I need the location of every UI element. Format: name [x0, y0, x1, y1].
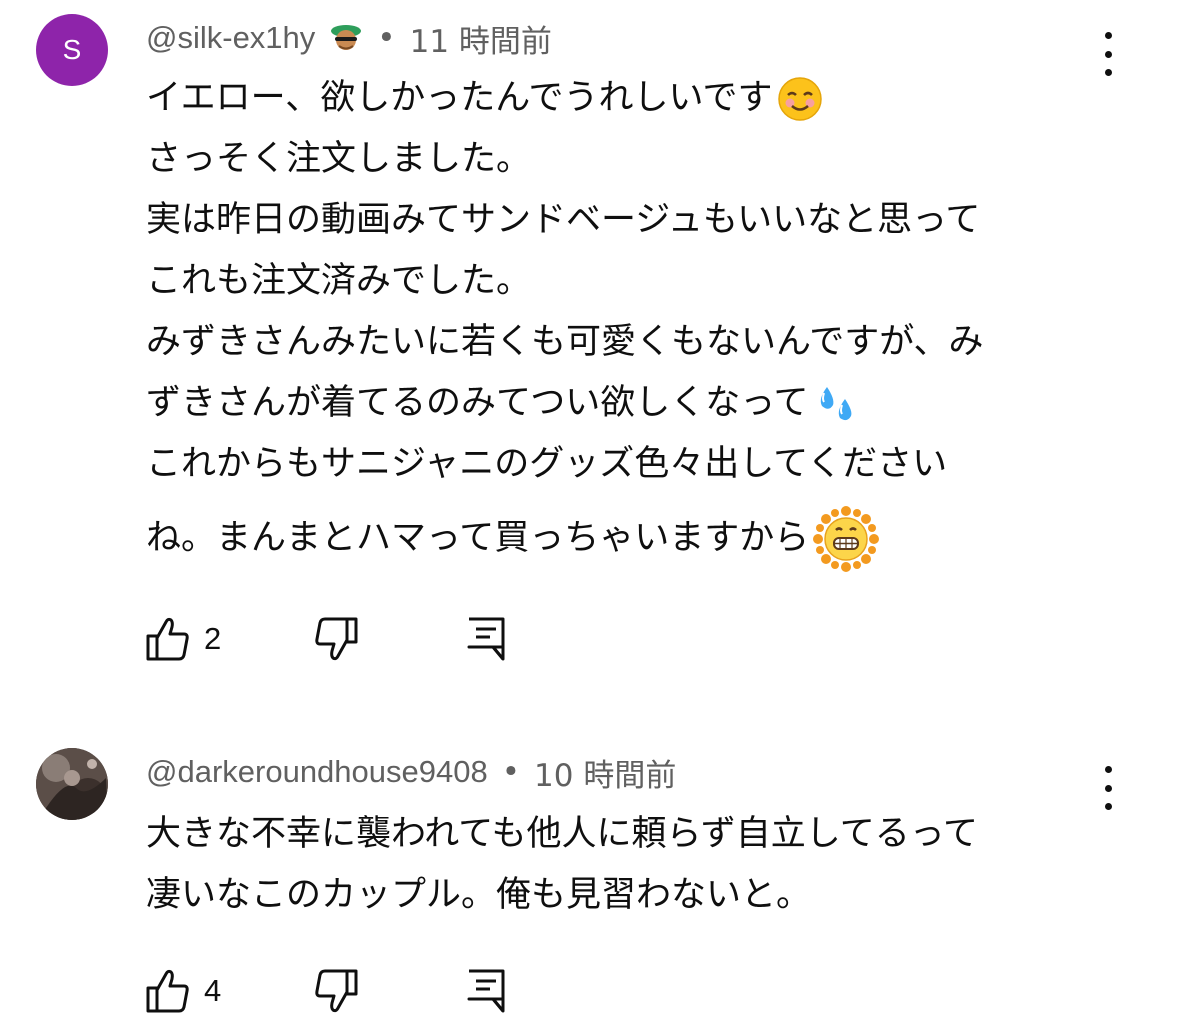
dislike-button[interactable] — [314, 968, 358, 1014]
thumbs-up-icon — [146, 617, 189, 661]
reply-button[interactable] — [466, 616, 506, 662]
smiling-face-emoji-icon — [777, 77, 822, 121]
comment-line: さっそく注文しました。 — [146, 139, 532, 179]
comment-line: 実は昨日の動画みてサンドベージュもいいなと思って — [146, 200, 981, 240]
avatar-letter: S — [62, 34, 82, 65]
meta-separator: • — [377, 20, 396, 56]
like-count: 4 — [204, 973, 222, 1008]
like-button[interactable]: 2 — [146, 616, 221, 662]
meta-separator: • — [501, 754, 521, 790]
thumbs-up-icon — [146, 969, 189, 1013]
like-button[interactable]: 4 — [146, 968, 221, 1014]
avatar-photo-icon — [36, 748, 108, 820]
avatar[interactable]: S — [36, 14, 108, 86]
reply-icon — [467, 617, 505, 661]
comment-line: ずきさんが着てるのみてつい欲しくなって — [146, 373, 1126, 434]
comment-2: @darkeroundhouse9408 • 10 時間前 大きな不幸に襲われて… — [0, 730, 1179, 1036]
comment-line: 凄いなこのカップル。俺も見習わないと。 — [146, 875, 812, 915]
sun-grinning-emoji-icon — [813, 506, 880, 572]
comment-line: これからもサニジャニのグッズ色々出してください — [146, 444, 948, 484]
dislike-button[interactable] — [314, 616, 358, 662]
reply-button[interactable] — [466, 968, 506, 1014]
sweat-droplets-emoji-icon — [820, 387, 851, 421]
comment-1: S @silk-ex1hy • 11 時間前 イエロー、欲しかったんでうれしいで… — [0, 0, 1179, 700]
avatar[interactable] — [36, 748, 108, 820]
thumbs-down-icon — [315, 617, 358, 661]
author-handle[interactable]: @darkeroundhouse9408 — [146, 754, 488, 790]
comment-text: イエロー、欲しかったんでうれしいです さっそく注文しました。 実は昨日の動画みて… — [146, 68, 1126, 572]
comment-line: イエロー、欲しかったんでうれしいです — [146, 68, 1126, 129]
reply-icon — [467, 969, 505, 1013]
comment-line: これも注文済みでした。 — [146, 261, 532, 301]
like-count: 2 — [204, 621, 222, 656]
author-handle[interactable]: @silk-ex1hy — [146, 20, 315, 56]
member-badge-icon — [329, 21, 363, 55]
comment-meta: @darkeroundhouse9408 • 10 時間前 — [146, 750, 676, 794]
comment-meta: @silk-ex1hy • 11 時間前 — [146, 16, 552, 60]
thumbs-down-icon — [315, 969, 358, 1013]
comment-line: 大きな不幸に襲われても他人に頼らず自立してるって — [146, 814, 978, 854]
comment-line: ね。まんまとハマって買っちゃいますから — [146, 506, 1126, 572]
comment-time: 10 時間前 — [534, 757, 677, 794]
comment-line: みずきさんみたいに若くも可愛くもないんですが、み — [146, 322, 984, 362]
comment-time: 11 時間前 — [409, 23, 552, 60]
comment-text: 大きな不幸に襲われても他人に頼らず自立してるって 凄いなこのカップル。俺も見習わ… — [146, 804, 1126, 926]
